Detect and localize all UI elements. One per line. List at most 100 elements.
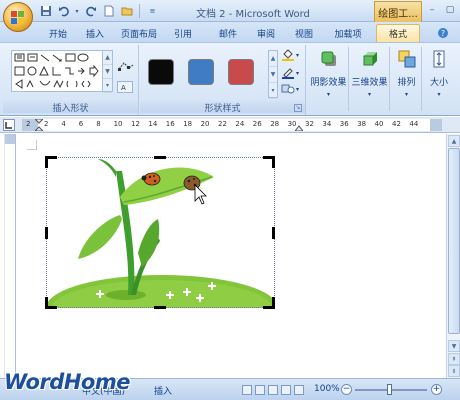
open-folder-icon[interactable] xyxy=(119,4,134,18)
text-box-icon[interactable]: A xyxy=(117,81,133,93)
resize-handle-left[interactable] xyxy=(45,227,48,239)
new-document-icon[interactable] xyxy=(101,4,116,18)
next-page-icon[interactable]: ⇟ xyxy=(448,365,460,377)
styles-scroll-down-icon[interactable]: ▼ xyxy=(269,67,277,83)
vertical-ruler[interactable] xyxy=(4,134,16,378)
redo-icon[interactable] xyxy=(83,4,98,18)
shape-styles-launcher-icon[interactable]: ↘ xyxy=(294,104,302,112)
ruler-tick-label: 10 xyxy=(113,120,123,128)
tab-format[interactable]: 格式 xyxy=(376,24,420,42)
ruler-tick-label: 32 xyxy=(305,120,314,128)
shapes-gallery[interactable] xyxy=(11,50,103,92)
tab-references[interactable]: 引用 xyxy=(166,24,200,42)
gallery-more-icon[interactable]: ▾ xyxy=(103,79,112,93)
paint-bucket-icon xyxy=(282,49,294,61)
svg-text:?: ? xyxy=(441,29,445,38)
edit-shape-icon[interactable] xyxy=(117,59,135,77)
shadow-effects-button[interactable]: 阴影效果 ▾ xyxy=(309,47,349,111)
previous-page-icon[interactable]: ⇞ xyxy=(448,353,460,365)
shapes-gallery-icons xyxy=(14,53,99,89)
resize-handle-right[interactable] xyxy=(272,227,275,239)
draft-view-icon[interactable] xyxy=(294,385,304,395)
indent-marker-icon[interactable] xyxy=(35,119,43,131)
tab-home[interactable]: 开始 xyxy=(40,24,76,42)
ribbon-tabs: 开始 插入 页面布局 引用 邮件 审阅 视图 加载项 格式 ? xyxy=(0,22,460,42)
tab-view[interactable]: 视图 xyxy=(287,24,321,42)
page-corner-mark xyxy=(27,140,37,150)
tab-mailings[interactable]: 邮件 xyxy=(211,24,245,42)
zoom-out-icon[interactable]: − xyxy=(341,384,352,395)
resize-handle-bottom-left-v[interactable] xyxy=(45,297,48,309)
scroll-up-arrow-icon[interactable]: ▲ xyxy=(448,135,460,147)
outline-view-icon[interactable] xyxy=(281,385,291,395)
zoom-in-icon[interactable]: + xyxy=(431,384,442,395)
horizontal-ruler[interactable]: 2 2 4 6 8 10 12 14 16 18 20 22 24 26 28 30 32 34 36 38 40 42 4… xyxy=(22,119,442,131)
scroll-down-icon[interactable]: ▼ xyxy=(103,65,112,79)
3d-effects-button[interactable]: 三维效果 ▾ xyxy=(350,47,390,111)
office-button[interactable] xyxy=(3,2,33,32)
horizontal-ruler-bar: 2 2 4 6 8 10 12 14 16 18 20 22 24 26 28 30 32 34 36 38 40 42 4… xyxy=(0,117,460,133)
undo-icon[interactable] xyxy=(56,4,71,18)
undo-dropdown-icon[interactable]: ▾ xyxy=(74,4,80,18)
site-watermark: WordHome xyxy=(4,370,130,394)
tab-review[interactable]: 审阅 xyxy=(249,24,283,42)
resize-handle-top[interactable] xyxy=(154,156,166,159)
tab-insert[interactable]: 插入 xyxy=(78,24,112,42)
change-shape-button[interactable]: ▾ xyxy=(281,83,303,95)
help-icon[interactable]: ? xyxy=(430,24,456,42)
tab-selector-icon[interactable] xyxy=(3,119,15,131)
insert-mode-status[interactable]: 插入 xyxy=(154,384,172,397)
scroll-up-icon[interactable]: ▲ xyxy=(103,51,112,65)
zoom-level[interactable]: 100% xyxy=(314,384,340,394)
arrange-button[interactable]: 排列 ▾ xyxy=(392,47,422,111)
vertical-ruler-margin xyxy=(5,134,15,144)
shape-fill-button[interactable]: ▾ xyxy=(281,49,303,61)
arrange-icon xyxy=(398,50,415,68)
tab-page-layout[interactable]: 页面布局 xyxy=(114,24,164,42)
arrange-label: 排列 xyxy=(397,78,416,88)
maximize-button[interactable]: ▢ xyxy=(442,4,458,17)
scroll-down-arrow-icon[interactable]: ▼ xyxy=(448,340,460,352)
size-icon xyxy=(433,50,445,68)
print-layout-view-icon[interactable] xyxy=(242,385,252,395)
ruler-right-margin xyxy=(430,119,442,131)
style-swatch-blue[interactable] xyxy=(188,59,214,85)
styles-more-icon[interactable]: ▾ xyxy=(269,83,277,99)
change-shape-dropdown-icon: ▾ xyxy=(296,85,300,93)
resize-handle-bottom-right-v[interactable] xyxy=(272,297,275,309)
style-swatch-red[interactable] xyxy=(228,59,254,85)
web-layout-icon[interactable] xyxy=(268,385,278,395)
size-dropdown-icon: ▾ xyxy=(437,91,441,98)
resize-handle-top-left-v[interactable] xyxy=(45,156,48,168)
shadow-effects-label: 阴影效果 xyxy=(310,78,347,88)
qat-separator xyxy=(139,4,140,18)
ruler-tick-label: 4 xyxy=(61,120,66,128)
ruler-tick-label: 16 xyxy=(165,120,175,128)
ruler-tick-label: 38 xyxy=(357,120,367,128)
style-swatch-black[interactable] xyxy=(148,59,174,85)
minimize-button[interactable]: – xyxy=(424,4,440,17)
scroll-thumb[interactable] xyxy=(448,148,460,334)
zoom-slider-thumb[interactable] xyxy=(387,384,392,395)
tab-addins[interactable]: 加载项 xyxy=(328,24,368,42)
styles-scroll-up-icon[interactable]: ▲ xyxy=(269,51,277,67)
resize-handle-top-right-v[interactable] xyxy=(272,156,275,168)
customize-qat-icon[interactable]: ≡ xyxy=(145,4,160,18)
right-indent-marker-icon[interactable] xyxy=(295,119,303,131)
full-screen-reading-icon[interactable] xyxy=(255,385,265,395)
size-button[interactable]: 大小 ▾ xyxy=(424,47,454,111)
shapes-gallery-scroll[interactable]: ▲ ▼ ▾ xyxy=(103,50,113,93)
vertical-scrollbar[interactable]: ▲ ▼ ⇞ ⇟ xyxy=(446,134,460,378)
ruler-tick-label: 24 xyxy=(235,120,245,128)
ruler-tick-label: 28 xyxy=(270,120,280,128)
group-insert-shapes: ▲ ▼ ▾ A 插入形状 xyxy=(3,45,139,115)
styles-gallery-scroll[interactable]: ▲ ▼ ▾ xyxy=(268,50,278,99)
pen-outline-icon xyxy=(282,68,294,79)
3d-effects-dropdown-icon: ▾ xyxy=(367,91,371,98)
save-icon[interactable] xyxy=(38,4,53,18)
drawing-tools-context-tab[interactable]: 绘图工... xyxy=(374,1,422,22)
quick-access-toolbar: ▾ ≡ xyxy=(38,4,160,18)
shadow-effects-dropdown-icon: ▾ xyxy=(326,91,330,98)
shape-outline-button[interactable]: ▾ xyxy=(281,67,303,79)
resize-handle-bottom[interactable] xyxy=(154,306,166,309)
